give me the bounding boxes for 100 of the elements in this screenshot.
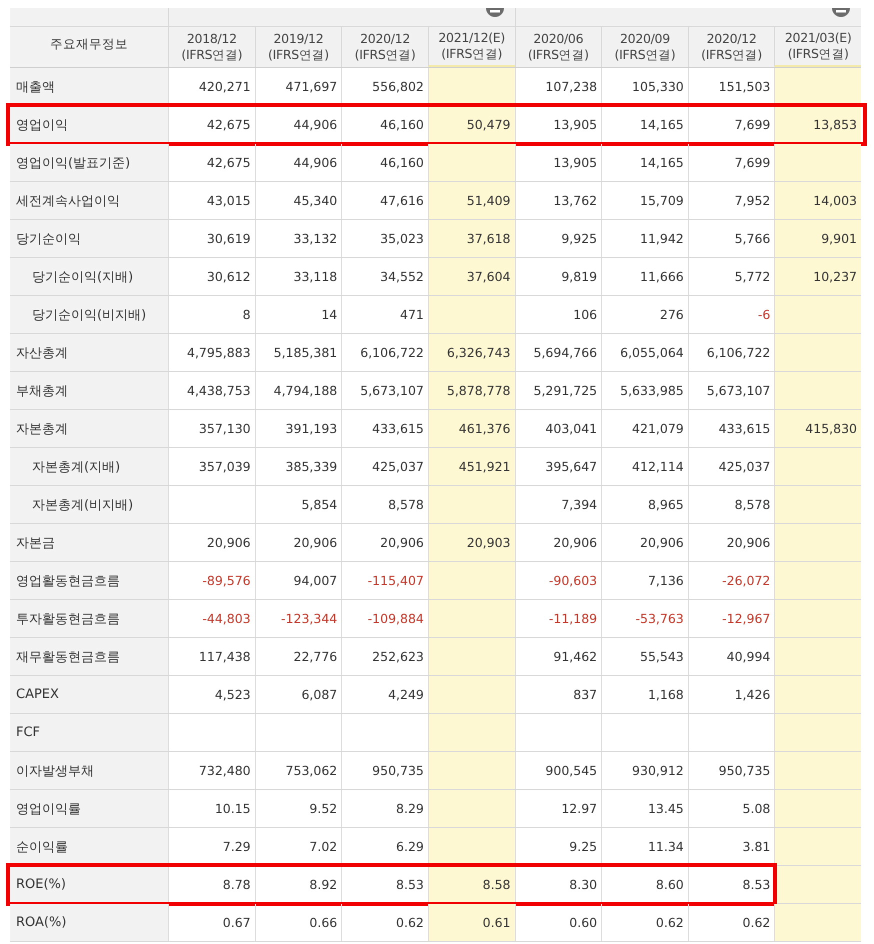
table-cell: 0.60 bbox=[514, 904, 602, 941]
table-cell: 14 bbox=[254, 296, 342, 333]
row-label: 투자활동현금흐름 bbox=[10, 600, 168, 637]
row-label: FCF bbox=[10, 714, 168, 751]
table-cell: 1,168 bbox=[601, 676, 688, 713]
table-cell: 22,776 bbox=[254, 638, 342, 675]
table-cell: 276 bbox=[601, 296, 688, 333]
table-cell: 8,965 bbox=[601, 486, 688, 523]
table-cell: 15,709 bbox=[601, 182, 688, 219]
table-cell: 0.61 bbox=[428, 904, 514, 941]
table-cell: 9.25 bbox=[514, 828, 602, 865]
table-cell: 8.58 bbox=[428, 866, 514, 903]
table-cell: 8.53 bbox=[688, 866, 774, 903]
table-cell: 9,925 bbox=[514, 220, 602, 257]
table-cell: 91,462 bbox=[514, 638, 602, 675]
table-cell: 5,185,381 bbox=[254, 334, 342, 371]
table-cell: 8 bbox=[168, 296, 255, 333]
row-label: 당기순이익(지배) bbox=[10, 258, 168, 295]
table-cell: 12.97 bbox=[514, 790, 602, 827]
table-cell: 51,409 bbox=[428, 182, 514, 219]
table-cell: 5,291,725 bbox=[514, 372, 602, 409]
row-label: 당기순이익 bbox=[10, 220, 168, 257]
table-cell: 43,015 bbox=[168, 182, 255, 219]
table-cell: 471,697 bbox=[254, 68, 342, 105]
collapse-icon[interactable] bbox=[831, 8, 851, 18]
row-label: 자본총계 bbox=[10, 410, 168, 447]
table-cell: 0.62 bbox=[601, 904, 688, 941]
table-cell: 20,906 bbox=[601, 524, 688, 561]
table-cell: 5,633,985 bbox=[601, 372, 688, 409]
table-cell: 4,438,753 bbox=[168, 372, 255, 409]
row-label: 자본총계(지배) bbox=[10, 448, 168, 485]
row-label: ROE(%) bbox=[10, 866, 168, 903]
row-label: 매출액 bbox=[10, 68, 168, 105]
table-cell: 117,438 bbox=[168, 638, 255, 675]
table-cell: 33,118 bbox=[254, 258, 342, 295]
table-cell: 42,675 bbox=[168, 106, 255, 143]
table-cell: 5,694,766 bbox=[514, 334, 602, 371]
column-header: 2018/12 (IFRS연결) bbox=[168, 27, 255, 67]
table-cell: 45,340 bbox=[254, 182, 342, 219]
table-cell: 10.15 bbox=[168, 790, 255, 827]
row-label: 순이익률 bbox=[10, 828, 168, 865]
table-cell: 420,271 bbox=[168, 68, 255, 105]
table-cell: 30,619 bbox=[168, 220, 255, 257]
table-cell: 412,114 bbox=[601, 448, 688, 485]
table-cell: 0.67 bbox=[168, 904, 255, 941]
column-header: 2020/09 (IFRS연결) bbox=[601, 27, 688, 67]
table-cell: 20,906 bbox=[514, 524, 602, 561]
table-cell: 415,830 bbox=[774, 410, 861, 447]
table-cell: 357,130 bbox=[168, 410, 255, 447]
table-cell: -90,603 bbox=[514, 562, 602, 599]
table-cell: 6,326,743 bbox=[428, 334, 514, 371]
row-label: 자본금 bbox=[10, 524, 168, 561]
table-cell: 7,394 bbox=[514, 486, 602, 523]
table-cell: 13,762 bbox=[514, 182, 602, 219]
table-cell: 44,906 bbox=[254, 144, 342, 181]
table-cell: 14,003 bbox=[774, 182, 861, 219]
row-label: CAPEX bbox=[10, 676, 168, 713]
table-cell: 421,079 bbox=[601, 410, 688, 447]
table-cell: 403,041 bbox=[514, 410, 602, 447]
column-header: 2020/06 (IFRS연결) bbox=[514, 27, 602, 67]
table-cell: 7,136 bbox=[601, 562, 688, 599]
collapse-icon[interactable] bbox=[484, 8, 504, 18]
table-cell: 37,604 bbox=[428, 258, 514, 295]
table-cell: -123,344 bbox=[254, 600, 342, 637]
table-cell: 8.92 bbox=[254, 866, 342, 903]
table-cell: 357,039 bbox=[168, 448, 255, 485]
table-cell: 930,912 bbox=[601, 752, 688, 789]
row-label: 영업이익률 bbox=[10, 790, 168, 827]
table-cell: 5,854 bbox=[254, 486, 342, 523]
table-cell: 7.02 bbox=[254, 828, 342, 865]
table-cell: 105,330 bbox=[601, 68, 688, 105]
table-cell: 451,921 bbox=[428, 448, 514, 485]
table-cell: 391,193 bbox=[254, 410, 342, 447]
table-cell: 4,794,188 bbox=[254, 372, 342, 409]
table-cell: 6,055,064 bbox=[601, 334, 688, 371]
table-cell: 9.52 bbox=[254, 790, 342, 827]
table-cell: 55,543 bbox=[601, 638, 688, 675]
table-cell: 10,237 bbox=[774, 258, 861, 295]
table-cell: 13,905 bbox=[514, 106, 602, 143]
table-cell: -11,189 bbox=[514, 600, 602, 637]
table-cell: 395,647 bbox=[514, 448, 602, 485]
table-cell: 13,905 bbox=[514, 144, 602, 181]
table-cell: 30,612 bbox=[168, 258, 255, 295]
table-cell: 8.60 bbox=[601, 866, 688, 903]
table-cell: 4,795,883 bbox=[168, 334, 255, 371]
row-label: 자산총계 bbox=[10, 334, 168, 371]
table-cell: 50,479 bbox=[428, 106, 514, 143]
table-cell: 94,007 bbox=[254, 562, 342, 599]
table-cell: 8.30 bbox=[514, 866, 602, 903]
table-cell: -44,803 bbox=[168, 600, 255, 637]
table-cell: 385,339 bbox=[254, 448, 342, 485]
table-cell: 11,666 bbox=[601, 258, 688, 295]
table-cell: 44,906 bbox=[254, 106, 342, 143]
table-cell: 837 bbox=[514, 676, 602, 713]
column-header: 2020/12 (IFRS연결) bbox=[688, 27, 774, 67]
row-label: ROA(%) bbox=[10, 904, 168, 941]
table-cell: 900,545 bbox=[514, 752, 602, 789]
table-cell: 14,165 bbox=[601, 144, 688, 181]
table-cell: 461,376 bbox=[428, 410, 514, 447]
table-cell: 13.45 bbox=[601, 790, 688, 827]
